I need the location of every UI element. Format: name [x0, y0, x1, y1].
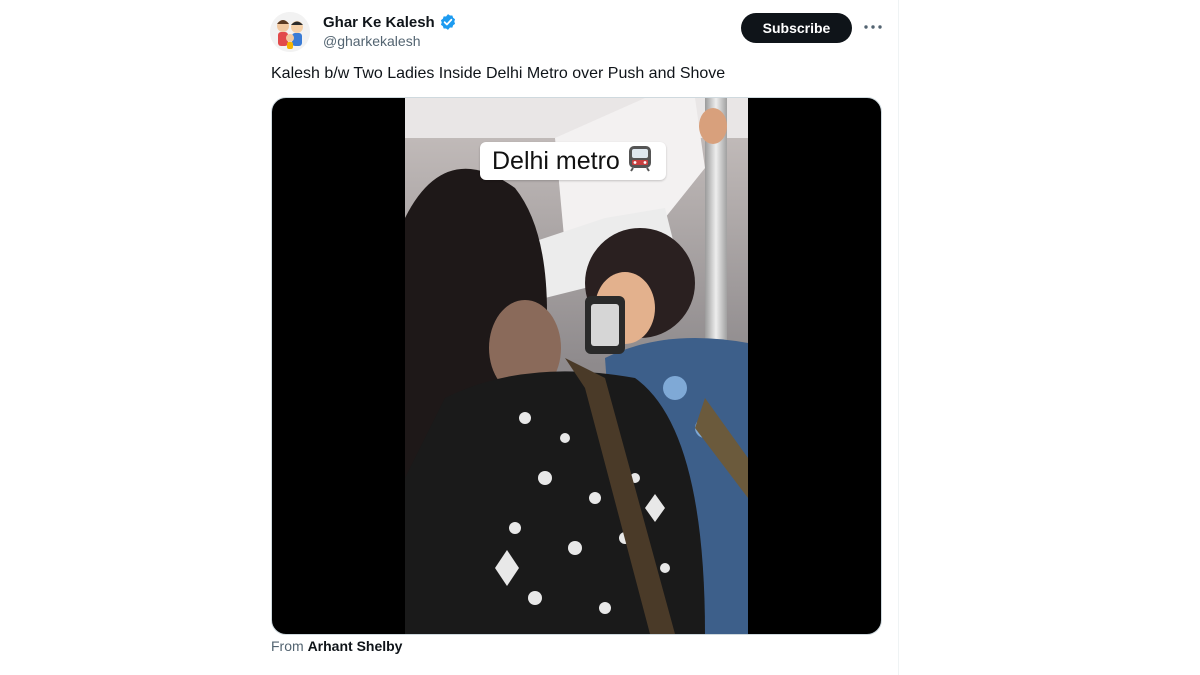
- account-handle[interactable]: @gharkekalesh: [323, 33, 421, 49]
- video-caption: Delhi metro: [480, 142, 666, 180]
- caption-text: Delhi metro: [492, 146, 620, 175]
- verified-badge-icon: [439, 13, 457, 31]
- media-attribution: From Arhant Shelby: [271, 638, 402, 654]
- from-prefix: From: [271, 638, 304, 654]
- display-name-text[interactable]: Ghar Ke Kalesh: [323, 14, 435, 31]
- video-player[interactable]: Delhi metro: [271, 97, 882, 635]
- metro-train-icon: [626, 144, 654, 179]
- tweet-text: Kalesh b/w Two Ladies Inside Delhi Metro…: [271, 65, 726, 82]
- cartoon-family-avatar-icon[interactable]: [270, 12, 310, 52]
- more-options-icon[interactable]: [864, 18, 882, 36]
- from-author-link[interactable]: Arhant Shelby: [308, 638, 403, 654]
- timeline-border: [898, 0, 899, 675]
- account-display-name[interactable]: Ghar Ke Kalesh: [323, 13, 457, 31]
- subscribe-button[interactable]: Subscribe: [741, 13, 852, 43]
